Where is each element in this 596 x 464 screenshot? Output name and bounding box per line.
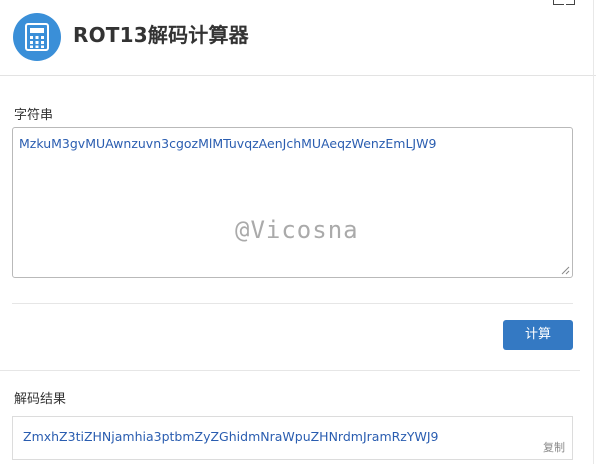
divider bbox=[0, 370, 580, 371]
watermark: @Vicosna bbox=[235, 216, 359, 244]
panel-edge bbox=[593, 0, 594, 464]
string-input-value[interactable]: MzkuM3gvMUAwnzuvn3cgozMlMTuvqzAenJchMUAe… bbox=[19, 136, 566, 151]
expand-icon[interactable] bbox=[553, 0, 564, 5]
calculate-button[interactable]: 计算 bbox=[503, 320, 573, 350]
result-label: 解码结果 bbox=[14, 392, 67, 407]
resize-handle-icon[interactable] bbox=[561, 266, 570, 275]
result-value: ZmxhZ3tiZHNjamhia3ptbmZyZGhidmNraWpuZHNr… bbox=[23, 429, 439, 444]
expand-icon-right[interactable] bbox=[566, 0, 575, 5]
divider bbox=[12, 303, 573, 304]
copy-button[interactable]: 复制 bbox=[543, 439, 565, 455]
result-output: ZmxhZ3tiZHNjamhia3ptbmZyZGhidmNraWpuZHNr… bbox=[12, 416, 573, 460]
page-header: ROT13解码计算器 bbox=[0, 0, 596, 76]
page-title: ROT13解码计算器 bbox=[73, 23, 249, 47]
string-input-label: 字符串 bbox=[14, 108, 54, 123]
calculator-icon bbox=[13, 13, 61, 61]
string-input[interactable]: MzkuM3gvMUAwnzuvn3cgozMlMTuvqzAenJchMUAe… bbox=[12, 127, 573, 278]
